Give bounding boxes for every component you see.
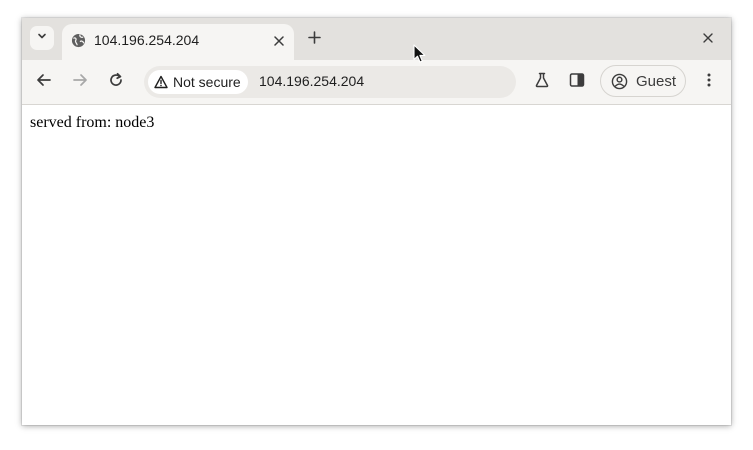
arrow-left-icon [36,72,52,93]
browser-toolbar: Not secure 104.196.254.204 Guest [22,60,731,105]
chevron-down-icon [36,29,48,47]
security-chip[interactable]: Not secure [148,70,248,94]
account-circle-icon [611,73,628,90]
side-panel-icon [569,72,585,93]
profile-button[interactable]: Guest [600,65,686,97]
profile-label: Guest [636,72,677,90]
security-label: Not secure [173,74,241,90]
tab-strip: 104.196.254.204 [22,18,731,60]
plus-icon [307,31,321,49]
new-tab-button[interactable] [302,28,326,52]
forward-button[interactable] [68,70,92,94]
labs-button[interactable] [530,70,554,94]
back-button[interactable] [32,70,56,94]
window-close-button[interactable] [699,30,717,48]
address-bar[interactable]: Not secure 104.196.254.204 [144,66,516,98]
menu-button[interactable] [697,70,721,94]
globe-icon [71,33,86,48]
active-tab[interactable]: 104.196.254.204 [62,24,294,60]
reload-icon [108,72,124,93]
more-vert-icon [701,72,717,93]
browser-window: 104.196.254.204 Not secure 104.196.254.2… [22,18,731,425]
warning-icon [154,75,168,89]
close-icon [703,30,713,48]
tab-title: 104.196.254.204 [94,32,200,48]
tab-search-button[interactable] [30,26,54,50]
arrow-right-icon [72,72,88,93]
flask-icon [534,72,550,93]
tab-close-icon[interactable] [270,32,288,50]
page-body-text: served from: node3 [30,114,155,131]
url-text[interactable]: 104.196.254.204 [259,73,364,89]
reload-button[interactable] [104,70,128,94]
mouse-cursor-icon [413,44,427,64]
page-content: served from: node3 [22,105,731,425]
side-panel-button[interactable] [565,70,589,94]
